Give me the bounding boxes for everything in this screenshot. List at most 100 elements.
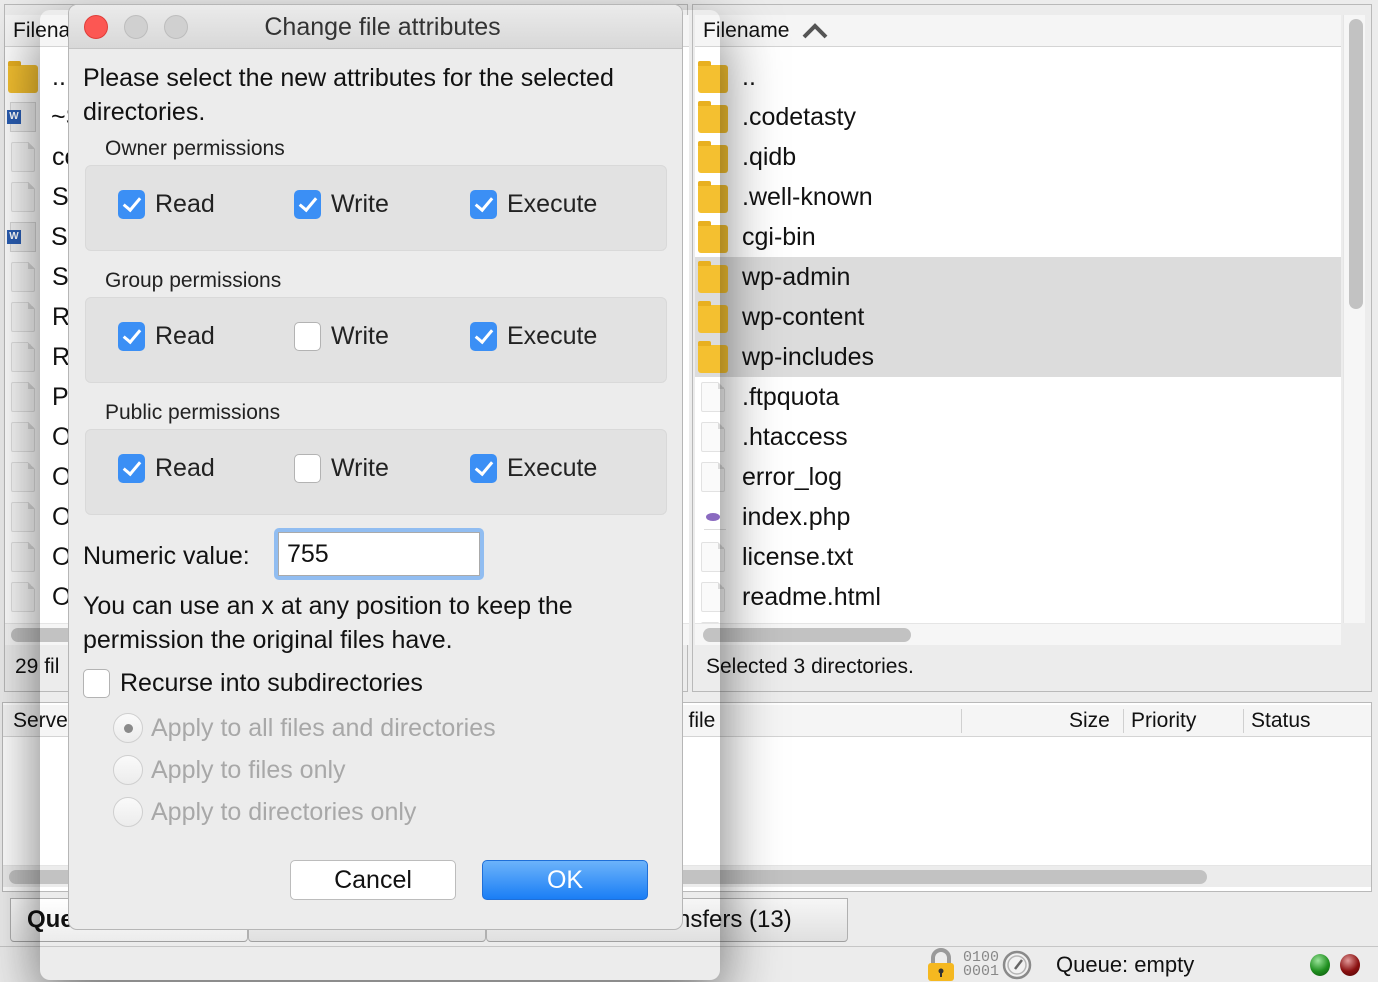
- file-icon: [11, 262, 35, 292]
- remote-vertical-scrollbar[interactable]: [1343, 15, 1365, 623]
- write-permission-checkbox[interactable]: Write: [294, 322, 389, 351]
- queue-col-server[interactable]: Serve: [13, 705, 68, 737]
- remote-file-row[interactable]: cgi-bin: [695, 217, 1341, 257]
- local-status-text: 29 fil: [15, 655, 60, 678]
- radio-unselected-icon[interactable]: [113, 755, 143, 785]
- remote-file-row[interactable]: readme.html: [695, 577, 1341, 617]
- remote-column-label: Filename: [703, 18, 790, 42]
- folder-icon: [698, 221, 728, 253]
- word-document-icon: [7, 102, 36, 132]
- checkbox-unchecked-icon[interactable]: [294, 322, 321, 351]
- ok-button[interactable]: OK: [482, 860, 648, 900]
- apply-option-radio[interactable]: Apply to directories only: [113, 797, 416, 827]
- permission-group-label: Public permissions: [105, 401, 281, 424]
- file-icon: [11, 342, 35, 372]
- remote-file-row[interactable]: .qidb: [695, 137, 1341, 177]
- file-name: ..: [742, 62, 756, 91]
- queue-col-priority[interactable]: Priority: [1131, 705, 1196, 737]
- checkbox-label: Read: [155, 454, 215, 482]
- permission-group-box: Read Write Execute: [85, 297, 667, 383]
- file-icon: [701, 462, 725, 492]
- remote-file-row[interactable]: error_log: [695, 457, 1341, 497]
- apply-option-radio[interactable]: Apply to all files and directories: [113, 713, 496, 743]
- remote-file-row[interactable]: license.txt: [695, 537, 1341, 577]
- dialog-titlebar[interactable]: Change file attributes: [69, 5, 682, 49]
- remote-vscroll-thumb[interactable]: [1349, 19, 1363, 309]
- remote-file-row[interactable]: ..: [695, 57, 1341, 97]
- radio-selected-icon[interactable]: [113, 713, 143, 743]
- file-name: .htaccess: [742, 422, 848, 451]
- checkbox-checked-icon[interactable]: [470, 454, 497, 483]
- remote-file-row[interactable]: .well-known: [695, 177, 1341, 217]
- queue-status-text: Queue: empty: [1056, 952, 1195, 977]
- checkbox-checked-icon[interactable]: [118, 322, 145, 351]
- checkbox-checked-icon[interactable]: [294, 190, 321, 219]
- binary-mode-icon[interactable]: 0100 0001: [963, 947, 999, 982]
- cancel-button[interactable]: Cancel: [290, 860, 456, 900]
- read-permission-checkbox[interactable]: Read: [118, 322, 215, 351]
- remote-file-row[interactable]: wp-includes: [695, 337, 1341, 377]
- remote-filename-column-header[interactable]: Filename: [695, 15, 1341, 47]
- local-column-label: Filena: [13, 18, 71, 42]
- dialog-title: Change file attributes: [264, 13, 501, 41]
- status-bar: 0100 0001 Queue: empty: [0, 946, 1378, 982]
- dialog-intro-line2: directories.: [83, 98, 206, 126]
- remote-file-row[interactable]: wp-admin: [695, 257, 1341, 297]
- execute-permission-checkbox[interactable]: Execute: [470, 190, 597, 219]
- remote-file-pane: Filename .. .codetasty .qidb .well-known cgi…: [692, 4, 1372, 692]
- php-file-icon: [698, 503, 728, 531]
- file-name: .codetasty: [742, 102, 856, 131]
- execute-permission-checkbox[interactable]: Execute: [470, 454, 597, 483]
- checkbox-label: Write: [331, 322, 389, 350]
- column-divider: [1123, 709, 1124, 733]
- write-permission-checkbox[interactable]: Write: [294, 190, 389, 219]
- column-divider: [1243, 709, 1244, 733]
- read-permission-checkbox[interactable]: Read: [118, 454, 215, 483]
- file-icon: [701, 382, 725, 412]
- hint-line1: You can use an x at any position to keep…: [83, 592, 573, 620]
- activity-led-green-icon: [1310, 947, 1330, 982]
- lock-icon[interactable]: [926, 947, 956, 982]
- checkbox-checked-icon[interactable]: [470, 322, 497, 351]
- numeric-value-input[interactable]: [278, 532, 480, 576]
- folder-icon: [698, 261, 728, 293]
- file-icon: [11, 582, 35, 612]
- read-permission-checkbox[interactable]: Read: [118, 190, 215, 219]
- remote-horizontal-scrollbar[interactable]: [695, 623, 1341, 645]
- speedometer-icon[interactable]: [1002, 947, 1032, 982]
- checkbox-checked-icon[interactable]: [470, 190, 497, 219]
- remote-file-row[interactable]: .ftpquota: [695, 377, 1341, 417]
- checkbox-checked-icon[interactable]: [118, 454, 145, 483]
- remote-file-row[interactable]: .htaccess: [695, 417, 1341, 457]
- folder-icon: [698, 181, 728, 213]
- write-permission-checkbox[interactable]: Write: [294, 454, 389, 483]
- permission-group-box: Read Write Execute: [85, 165, 667, 251]
- queue-col-status[interactable]: Status: [1251, 705, 1311, 737]
- checkbox-unchecked-icon[interactable]: [294, 454, 321, 483]
- remote-file-row[interactable]: index.php: [695, 497, 1341, 537]
- recurse-checkbox[interactable]: [83, 669, 110, 698]
- tab-label: Que: [27, 906, 74, 933]
- file-icon: [701, 582, 725, 612]
- file-icon: [11, 542, 35, 572]
- execute-permission-checkbox[interactable]: Execute: [470, 322, 597, 351]
- remote-file-row[interactable]: .codetasty: [695, 97, 1341, 137]
- checkbox-checked-icon[interactable]: [118, 190, 145, 219]
- file-name: wp-includes: [742, 342, 875, 371]
- recurse-checkbox-row[interactable]: Recurse into subdirectories: [83, 669, 423, 698]
- radio-unselected-icon[interactable]: [113, 797, 143, 827]
- permission-group-label: Owner permissions: [105, 137, 285, 160]
- checkbox-label: Execute: [507, 322, 598, 350]
- remote-rows: .. .codetasty .qidb .well-known cgi-bin wp-ad…: [695, 57, 1341, 623]
- file-name: error_log: [742, 462, 843, 491]
- remote-hscroll-thumb[interactable]: [703, 628, 911, 642]
- remote-file-row[interactable]: wp-content: [695, 297, 1341, 337]
- binary-bottom: 0001: [963, 963, 1000, 980]
- file-name: .qidb: [742, 142, 797, 171]
- file-icon: [11, 302, 35, 332]
- remote-status-text: Selected 3 directories.: [706, 655, 914, 678]
- queue-col-size[interactable]: Size: [1069, 705, 1110, 737]
- file-icon: [11, 182, 35, 212]
- remote-file-list: Filename .. .codetasty .qidb .well-known cgi…: [695, 15, 1341, 623]
- apply-option-radio[interactable]: Apply to files only: [113, 755, 346, 785]
